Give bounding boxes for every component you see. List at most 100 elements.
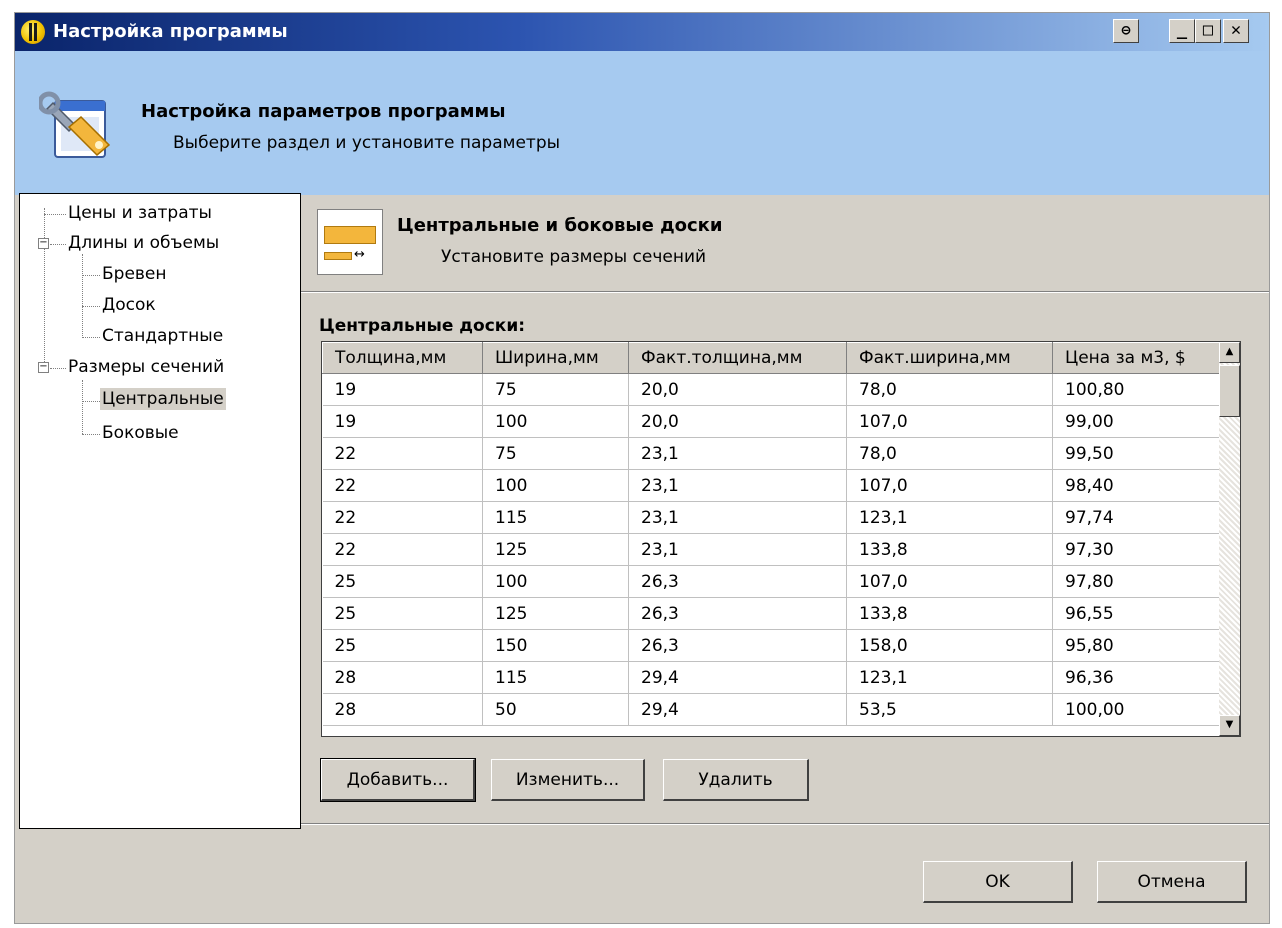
add-button[interactable]: Добавить... — [320, 758, 476, 802]
tree-connector — [44, 208, 45, 366]
cell-thickness: 28 — [322, 661, 483, 694]
cell-width: 100 — [482, 565, 629, 598]
tree-item-standard[interactable]: Стандартные — [100, 325, 225, 347]
app-logo-icon — [21, 20, 45, 44]
scroll-thumb[interactable] — [1219, 365, 1240, 417]
maximize-button[interactable]: □ — [1195, 19, 1221, 43]
section-title: Центральные и боковые доски — [397, 215, 723, 236]
table-row[interactable]: 19 75 20,0 78,0 100,80 — [322, 373, 1221, 406]
delete-button[interactable]: Удалить — [663, 759, 809, 801]
cell-actual-width: 123,1 — [846, 661, 1053, 694]
collapse-toggle-icon[interactable]: − — [38, 238, 49, 249]
table-row[interactable]: 22 125 23,1 133,8 97,30 — [322, 533, 1221, 566]
cell-thickness: 28 — [322, 693, 483, 726]
tree-item-lengths[interactable]: Длины и объемы — [66, 232, 221, 254]
cell-actual-width: 107,0 — [846, 405, 1053, 438]
settings-dialog: Настройка программы ⊖ _ □ ✕ Настройка па… — [14, 12, 1270, 924]
table-header-row: Толщина,мм Ширина,мм Факт.толщина,мм Фак… — [322, 342, 1221, 374]
board-section-icon: ↔ — [317, 209, 383, 275]
cell-actual-thickness: 26,3 — [628, 565, 847, 598]
cell-actual-thickness: 23,1 — [628, 437, 847, 470]
settings-wrench-icon — [39, 91, 111, 158]
title-bar[interactable]: Настройка программы ⊖ _ □ ✕ — [15, 13, 1269, 51]
scroll-down-icon[interactable]: ▼ — [1219, 715, 1240, 736]
cell-thickness: 25 — [322, 597, 483, 630]
tree-item-logs[interactable]: Бревен — [100, 263, 169, 285]
table-row[interactable]: 19 100 20,0 107,0 99,00 — [322, 405, 1221, 438]
ok-button[interactable]: OK — [923, 861, 1073, 903]
vertical-scrollbar[interactable]: ▲ ▼ — [1219, 342, 1240, 736]
cell-price: 97,80 — [1052, 565, 1221, 598]
tree-item-prices[interactable]: Цены и затраты — [66, 202, 214, 224]
rollup-button[interactable]: ⊖ — [1113, 19, 1139, 43]
table-row[interactable]: 28 115 29,4 123,1 96,36 — [322, 661, 1221, 694]
cell-price: 97,74 — [1052, 501, 1221, 534]
cell-thickness: 22 — [322, 533, 483, 566]
cell-width: 115 — [482, 501, 629, 534]
cell-thickness: 22 — [322, 469, 483, 502]
cell-actual-width: 133,8 — [846, 533, 1053, 566]
cell-actual-width: 133,8 — [846, 597, 1053, 630]
cancel-button[interactable]: Отмена — [1097, 861, 1247, 903]
column-header-thickness[interactable]: Толщина,мм — [322, 342, 483, 374]
cell-actual-width: 107,0 — [846, 565, 1053, 598]
column-header-actual-thickness[interactable]: Факт.толщина,мм — [628, 342, 847, 374]
tree-item-boards[interactable]: Досок — [100, 294, 158, 316]
collapse-toggle-icon[interactable]: − — [38, 362, 49, 373]
tree-item-side[interactable]: Боковые — [100, 422, 181, 444]
table-row[interactable]: 22 115 23,1 123,1 97,74 — [322, 501, 1221, 534]
cell-thickness: 19 — [322, 373, 483, 406]
tree-connector — [82, 254, 83, 336]
cell-width: 100 — [482, 469, 629, 502]
header-title: Настройка параметров программы — [141, 101, 506, 122]
table-row[interactable]: 25 125 26,3 133,8 96,55 — [322, 597, 1221, 630]
column-header-price[interactable]: Цена за м3, $ — [1052, 342, 1221, 374]
cell-width: 75 — [482, 437, 629, 470]
central-boards-grid[interactable]: Толщина,мм Ширина,мм Факт.толщина,мм Фак… — [321, 341, 1241, 737]
cell-width: 50 — [482, 693, 629, 726]
table-row[interactable]: 25 150 26,3 158,0 95,80 — [322, 629, 1221, 662]
tree-connector — [82, 401, 100, 402]
tree-connector — [50, 368, 66, 369]
cell-thickness: 19 — [322, 405, 483, 438]
window-title: Настройка программы — [53, 21, 288, 42]
cell-actual-thickness: 20,0 — [628, 373, 847, 406]
tree-connector — [82, 434, 100, 435]
header-banner: Настройка параметров программы Выберите … — [15, 51, 1269, 195]
column-header-actual-width[interactable]: Факт.ширина,мм — [846, 342, 1053, 374]
cell-actual-width: 123,1 — [846, 501, 1053, 534]
central-boards-table: Толщина,мм Ширина,мм Факт.толщина,мм Фак… — [322, 342, 1221, 726]
cell-thickness: 25 — [322, 629, 483, 662]
cell-thickness: 22 — [322, 501, 483, 534]
table-row[interactable]: 22 75 23,1 78,0 99,50 — [322, 437, 1221, 470]
column-header-width[interactable]: Ширина,мм — [482, 342, 629, 374]
cell-thickness: 22 — [322, 437, 483, 470]
tree-connector — [44, 214, 66, 215]
scroll-up-icon[interactable]: ▲ — [1219, 342, 1240, 363]
minimize-button[interactable]: _ — [1169, 19, 1195, 43]
cell-width: 100 — [482, 405, 629, 438]
table-row[interactable]: 22 100 23,1 107,0 98,40 — [322, 469, 1221, 502]
tree-connector — [82, 380, 83, 434]
cell-price: 96,55 — [1052, 597, 1221, 630]
edit-button[interactable]: Изменить... — [491, 759, 645, 801]
table-row[interactable]: 25 100 26,3 107,0 97,80 — [322, 565, 1221, 598]
table-row[interactable]: 28 50 29,4 53,5 100,00 — [322, 693, 1221, 726]
grid-label: Центральные доски: — [319, 316, 526, 336]
cell-actual-width: 78,0 — [846, 437, 1053, 470]
tree-item-section-sizes[interactable]: Размеры сечений — [66, 356, 226, 378]
cell-actual-thickness: 29,4 — [628, 661, 847, 694]
cell-width: 125 — [482, 597, 629, 630]
settings-tree[interactable]: − − Цены и затраты Длины и объемы Бревен… — [19, 193, 301, 829]
section-header: ↔ Центральные и боковые доски Установите… — [301, 193, 1269, 293]
cell-actual-thickness: 26,3 — [628, 629, 847, 662]
tree-item-central[interactable]: Центральные — [100, 388, 226, 410]
close-button[interactable]: ✕ — [1223, 19, 1249, 43]
tree-connector — [82, 306, 100, 307]
cell-price: 99,50 — [1052, 437, 1221, 470]
cell-width: 125 — [482, 533, 629, 566]
cell-actual-thickness: 23,1 — [628, 501, 847, 534]
cell-price: 98,40 — [1052, 469, 1221, 502]
cell-actual-thickness: 29,4 — [628, 693, 847, 726]
tree-connector — [82, 337, 100, 338]
